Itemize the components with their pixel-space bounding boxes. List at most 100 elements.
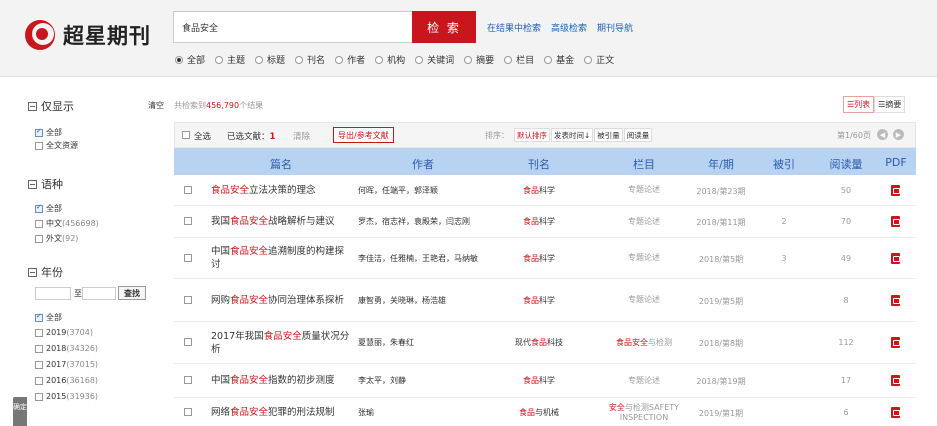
year-option[interactable]: 2017 (37015) <box>35 360 98 369</box>
pdf-icon[interactable] <box>891 337 900 348</box>
year-option[interactable]: 2016 (36168) <box>35 376 98 385</box>
checkbox[interactable] <box>35 234 43 243</box>
language-option[interactable]: 中文 (456698) <box>35 218 99 229</box>
row-checkbox[interactable] <box>184 376 192 384</box>
search-input[interactable] <box>173 11 413 43</box>
sort-button[interactable]: 发表时间↓ <box>551 128 594 142</box>
journal-name[interactable]: 食品科学 <box>484 185 594 196</box>
select-all-checkbox[interactable] <box>182 131 190 139</box>
search-field-radio[interactable]: 全部 <box>175 53 205 66</box>
authors[interactable]: 李太平，刘静 <box>358 375 488 386</box>
sort-button[interactable]: 阅读量 <box>623 128 653 142</box>
show-only-option[interactable]: 全部 <box>35 127 62 138</box>
abstract-view-button[interactable]: ☰ 摘要 <box>874 96 906 113</box>
journal-name[interactable]: 食品与机械 <box>484 407 594 418</box>
search-field-radio[interactable]: 作者 <box>335 53 365 66</box>
search-field-radio[interactable]: 基金 <box>544 53 574 66</box>
checkbox[interactable] <box>35 328 43 337</box>
search-field-radio[interactable]: 标题 <box>255 53 285 66</box>
checkbox[interactable] <box>35 203 43 213</box>
search-field-radio[interactable]: 关键词 <box>415 53 454 66</box>
table-row: 食品安全立法决策的理念 何晖，任端平，郭泽颖 食品科学 专题论述 2018/第23期 50 <box>174 175 916 206</box>
year-title[interactable]: 年份 <box>28 264 63 280</box>
checkbox[interactable] <box>35 360 43 369</box>
show-only-option[interactable]: 全文资源 <box>35 140 78 151</box>
journal-name[interactable]: 食品科学 <box>484 253 594 264</box>
search-field-radio[interactable]: 刊名 <box>295 53 325 66</box>
checkbox[interactable] <box>35 344 43 353</box>
journal-text: 与机械 <box>535 408 559 417</box>
side-confirm-tab[interactable]: 确定 <box>13 397 27 426</box>
journal-name[interactable]: 食品科学 <box>484 216 594 227</box>
pdf-icon[interactable] <box>891 216 900 227</box>
search-field-radio[interactable]: 正文 <box>584 53 614 66</box>
export-button[interactable]: 导出/参考文献 <box>333 127 394 143</box>
search-field-radio[interactable]: 摘要 <box>464 53 494 66</box>
pdf-icon[interactable] <box>891 252 900 264</box>
authors[interactable]: 张瑜 <box>358 407 488 418</box>
article-title[interactable]: 我国食品安全战略解析与建议 <box>211 215 351 228</box>
search-field-radio[interactable]: 栏目 <box>504 53 534 66</box>
prev-page-icon[interactable]: ◀ <box>877 129 888 140</box>
checkbox[interactable] <box>35 392 43 401</box>
article-title[interactable]: 2017年我国食品安全质量状况分析 <box>211 330 351 356</box>
journal-name[interactable]: 食品科学 <box>484 375 594 386</box>
journal-name[interactable]: 现代食品科技 <box>484 337 594 348</box>
pdf-icon[interactable] <box>891 184 900 196</box>
select-all-label[interactable]: 全选 <box>194 130 211 142</box>
journal-nav-link[interactable]: 期刊导航 <box>597 21 633 34</box>
year-option[interactable]: 2018 (34326) <box>35 344 98 353</box>
search-button[interactable]: 检 索 <box>412 11 476 43</box>
article-title[interactable]: 中国食品安全追溯制度的构建探讨 <box>211 245 351 271</box>
article-title[interactable]: 食品安全立法决策的理念 <box>211 184 351 197</box>
logo[interactable]: 超星期刊 <box>25 20 151 50</box>
row-checkbox[interactable] <box>184 338 192 346</box>
row-checkbox[interactable] <box>184 185 192 194</box>
title-text: 犯罪的刑法规制 <box>268 407 335 418</box>
authors[interactable]: 罗杰，宿志祥，袁殿荣，闫志刚 <box>358 216 488 227</box>
authors[interactable]: 何晖，任端平，郭泽颖 <box>358 185 488 196</box>
search-field-radio[interactable]: 机构 <box>375 53 405 66</box>
language-option[interactable]: 外文 (92) <box>35 233 78 244</box>
checkbox[interactable] <box>35 141 43 150</box>
authors[interactable]: 李佳洁，任雅楠，王艳君，马纳敏 <box>358 253 488 264</box>
pdf-icon[interactable] <box>891 407 900 418</box>
year-option[interactable]: 全部 <box>35 312 62 323</box>
search-field-radio[interactable]: 主题 <box>215 53 245 66</box>
article-title[interactable]: 网络食品安全犯罪的刑法规制 <box>211 406 351 419</box>
journal-name[interactable]: 食品科学 <box>484 295 594 306</box>
show-only-label: 全部 <box>46 128 62 137</box>
row-checkbox[interactable] <box>184 217 192 225</box>
clear-selection-link[interactable]: 清除 <box>293 130 310 142</box>
language-title[interactable]: 语种 <box>28 176 63 192</box>
article-title[interactable]: 中国食品安全指数的初步测度 <box>211 374 351 387</box>
checkbox[interactable] <box>35 312 43 322</box>
pdf-icon[interactable] <box>891 294 900 306</box>
year-find-button[interactable]: 查找 <box>118 286 146 300</box>
article-title[interactable]: 网购食品安全协同治理体系探析 <box>211 294 351 307</box>
search-within-results-link[interactable]: 在结果中检索 <box>487 21 541 34</box>
checkbox[interactable] <box>35 376 43 385</box>
checkbox[interactable] <box>35 127 43 137</box>
row-checkbox[interactable] <box>184 253 192 262</box>
authors[interactable]: 康智勇，关晓琳，杨浩雄 <box>358 295 488 306</box>
year-option[interactable]: 2015 (31936) <box>35 392 98 401</box>
advanced-search-link[interactable]: 高级检索 <box>551 21 587 34</box>
sort-button[interactable]: 默认排序 <box>514 128 550 142</box>
checkbox[interactable] <box>35 219 43 228</box>
show-only-title[interactable]: 仅显示 <box>28 98 74 114</box>
collapse-icon <box>28 179 37 189</box>
next-page-icon[interactable]: ▶ <box>893 129 904 140</box>
authors[interactable]: 夏慧丽，朱春红 <box>358 337 488 348</box>
title-highlight: 食品安全 <box>230 375 269 386</box>
language-option[interactable]: 全部 <box>35 203 62 214</box>
pdf-icon[interactable] <box>891 375 900 386</box>
year-from-input[interactable] <box>35 287 71 300</box>
list-view-button[interactable]: ☰ 列表 <box>843 96 875 113</box>
clear-filters-link[interactable]: 清空 <box>148 100 164 111</box>
sort-button[interactable]: 被引量 <box>594 128 623 142</box>
year-to-input[interactable] <box>82 287 116 300</box>
row-checkbox[interactable] <box>184 295 192 304</box>
year-option[interactable]: 2019 (3704) <box>35 328 93 337</box>
row-checkbox[interactable] <box>184 408 192 416</box>
